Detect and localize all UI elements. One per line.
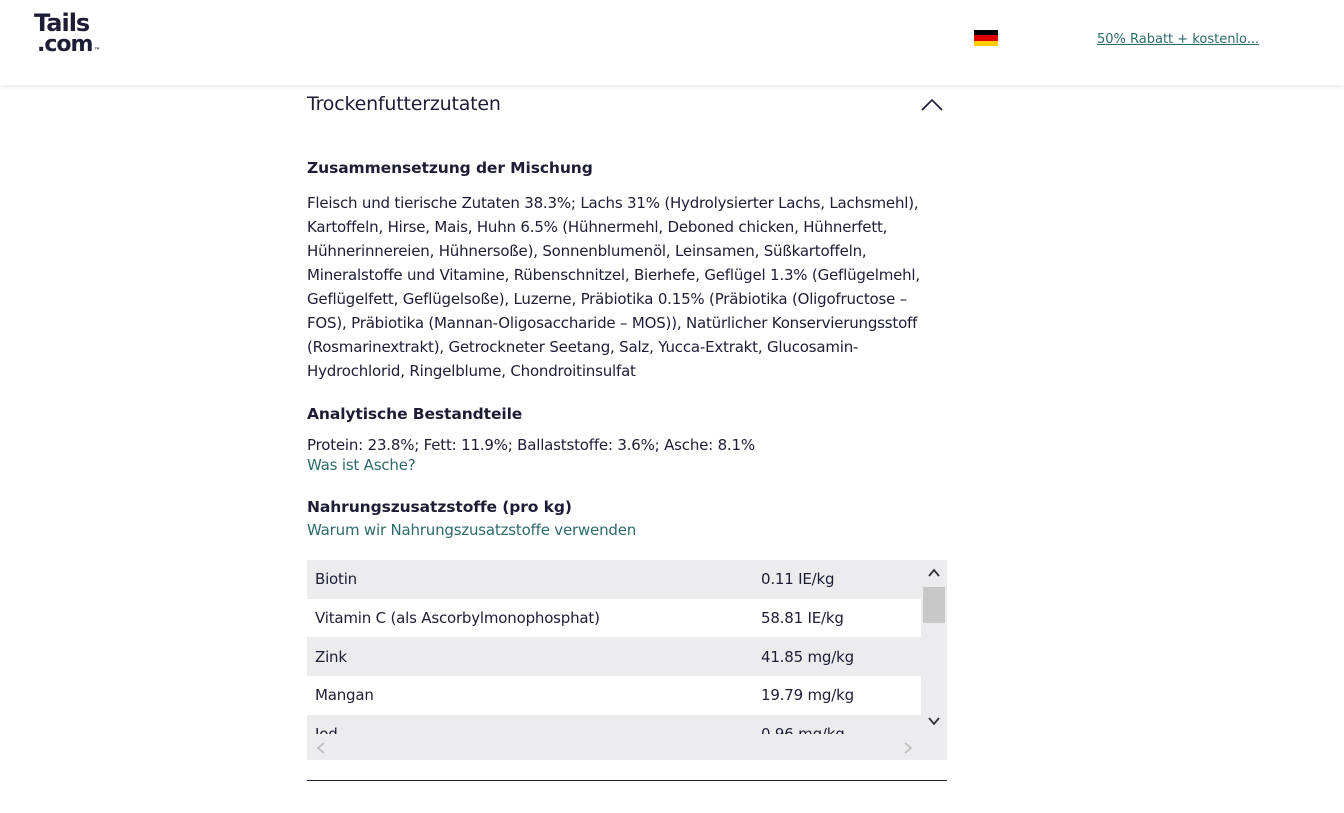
germany-flag-icon[interactable] <box>974 30 998 46</box>
analysis-text: Protein: 23.8%; Fett: 11.9%; Ballaststof… <box>307 436 755 454</box>
vertical-scrollbar[interactable] <box>921 560 947 760</box>
additives-table[interactable]: Biotin 0.11 IE/kg Vitamin C (als Ascorby… <box>307 560 947 760</box>
additive-value: 41.85 mg/kg <box>761 647 854 666</box>
additive-value: 19.79 mg/kg <box>761 686 854 705</box>
ash-info-link[interactable]: Was ist Asche? <box>307 456 416 474</box>
site-header: Tails .com ™ 50% Rabatt + kostenlo... <box>0 0 1344 85</box>
scroll-right-arrow-icon[interactable] <box>903 742 913 754</box>
scroll-left-arrow-icon[interactable] <box>316 742 326 754</box>
ingredients-section: Trockenfutterzutaten Zusammensetzung der… <box>307 85 947 781</box>
scroll-up-arrow-icon[interactable] <box>928 568 940 578</box>
table-row: Mangan 19.79 mg/kg <box>307 676 921 715</box>
table-row: Zink 41.85 mg/kg <box>307 637 921 677</box>
table-row: Jod 0.96 mg/kg <box>307 714 921 735</box>
section-divider <box>307 780 947 781</box>
additive-name: Biotin <box>315 570 357 589</box>
additives-heading: Nahrungszusatzstoffe (pro kg) <box>307 498 572 516</box>
analysis-heading: Analytische Bestandteile <box>307 405 523 423</box>
additive-value: 58.81 IE/kg <box>761 609 844 628</box>
additives-table-body: Biotin 0.11 IE/kg Vitamin C (als Ascorby… <box>307 560 921 735</box>
chevron-up-icon[interactable] <box>921 97 943 111</box>
composition-heading: Zusammensetzung der Mischung <box>307 159 593 177</box>
accordion-title: Trockenfutterzutaten <box>307 93 501 115</box>
accordion-header[interactable]: Trockenfutterzutaten <box>307 93 947 131</box>
vertical-scroll-thumb[interactable] <box>923 587 945 623</box>
composition-text: Fleisch und tierische Zutaten 38.3%; Lac… <box>307 194 920 380</box>
logo-trademark: ™ <box>94 47 100 54</box>
horizontal-scrollbar[interactable] <box>307 734 921 760</box>
table-row: Biotin 0.11 IE/kg <box>307 560 921 599</box>
additives-info-link[interactable]: Warum wir Nahrungszusatzstoffe verwenden <box>307 521 636 539</box>
table-row: Vitamin C (als Ascorbylmonophosphat) 58.… <box>307 598 921 638</box>
logo-text-line1: Tails <box>34 9 90 37</box>
scroll-down-arrow-icon[interactable] <box>928 716 940 726</box>
additive-name: Mangan <box>315 686 374 705</box>
additive-value: 0.11 IE/kg <box>761 570 835 589</box>
promo-link[interactable]: 50% Rabatt + kostenlo... <box>1097 32 1265 47</box>
tails-logo[interactable]: Tails .com ™ <box>34 9 104 62</box>
additive-name: Vitamin C (als Ascorbylmonophosphat) <box>315 609 600 628</box>
additive-name: Zink <box>315 647 347 666</box>
